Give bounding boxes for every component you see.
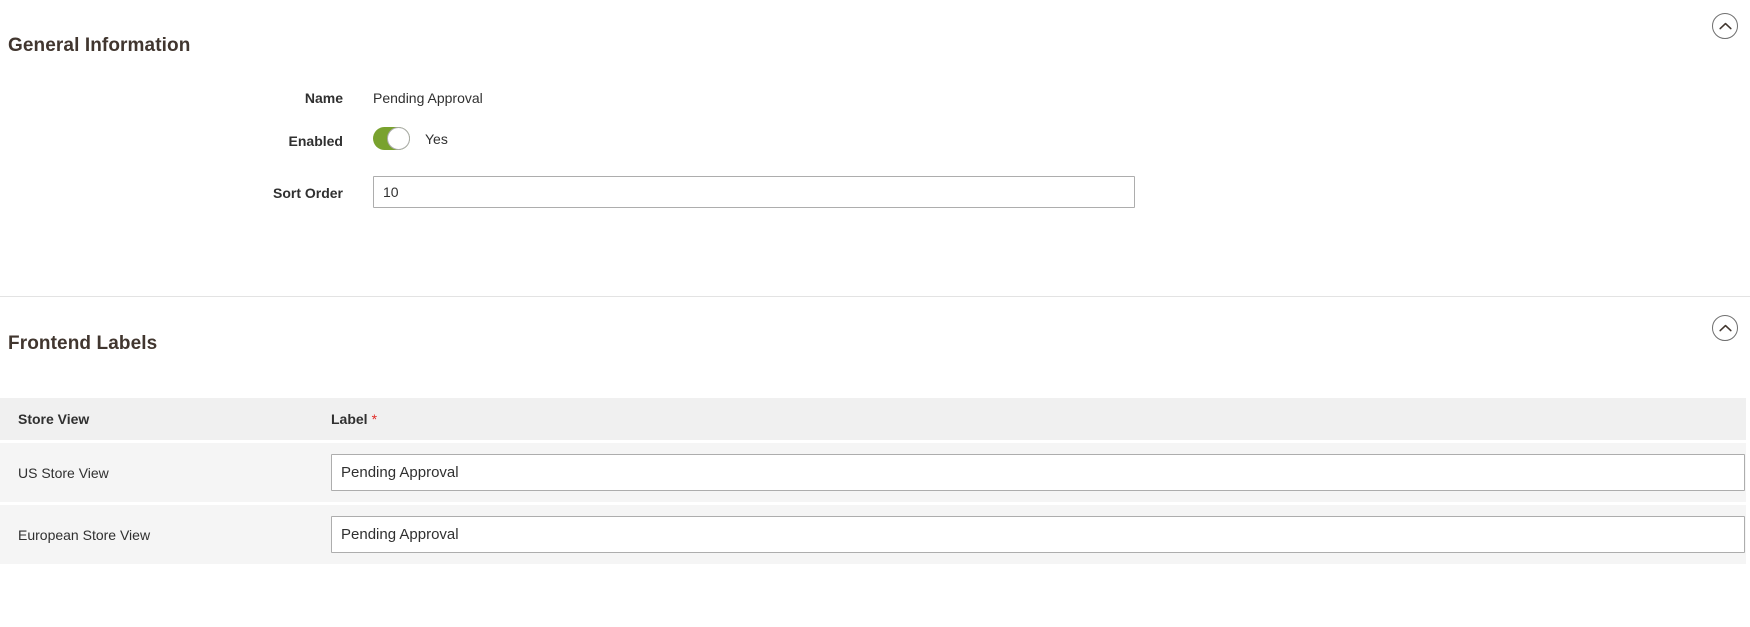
general-information-section: General Information Name Pending Approva…	[0, 0, 1750, 226]
column-header-label-text: Label	[331, 411, 368, 427]
enabled-toggle-state-text: Yes	[425, 130, 448, 147]
name-value: Pending Approval	[373, 90, 483, 106]
section-divider	[0, 296, 1750, 297]
chevron-up-circle-icon[interactable]	[1712, 13, 1738, 39]
field-row-enabled: Enabled Yes	[0, 127, 1750, 152]
enabled-toggle-wrap: Yes	[373, 127, 448, 150]
table-row: European Store View	[0, 502, 1746, 564]
cell-label-input	[331, 440, 1746, 504]
frontend-labels-section: Frontend Labels Store View Label * US Sto…	[0, 310, 1750, 564]
enabled-control: Yes	[373, 127, 1750, 150]
required-asterisk: *	[371, 411, 378, 427]
name-control: Pending Approval	[373, 85, 1750, 109]
chevron-up-circle-icon[interactable]	[1712, 315, 1738, 341]
frontend-labels-table-head: Store View Label *	[0, 398, 1746, 442]
general-information-fields: Name Pending Approval Enabled Yes Sort O…	[0, 45, 1750, 208]
table-row: US Store View	[0, 440, 1746, 504]
name-label: Name	[304, 90, 343, 106]
enabled-toggle[interactable]	[373, 127, 410, 150]
toggle-knob	[387, 127, 410, 150]
table-header-row: Store View Label *	[0, 398, 1746, 442]
general-information-header[interactable]: General Information	[0, 0, 1750, 56]
enabled-label: Enabled	[288, 133, 343, 149]
cell-store-view: European Store View	[0, 502, 331, 564]
cell-label-input	[331, 502, 1746, 564]
frontend-labels-header[interactable]: Frontend Labels	[0, 310, 1750, 354]
cell-store-view: US Store View	[0, 440, 331, 504]
label-input-european-store-view[interactable]	[331, 516, 1745, 553]
frontend-labels-table-body: US Store View European Store View	[0, 440, 1746, 564]
sort-order-input[interactable]	[373, 176, 1135, 208]
column-header-label: Label *	[331, 398, 1746, 442]
sort-order-label: Sort Order	[272, 185, 343, 201]
frontend-labels-title: Frontend Labels	[8, 332, 158, 354]
label-input-us-store-view[interactable]	[331, 454, 1745, 491]
field-row-sort-order: Sort Order	[0, 176, 1750, 208]
column-header-store-view: Store View	[0, 398, 331, 442]
general-information-title: General Information	[8, 34, 191, 56]
sort-order-control	[373, 176, 1750, 208]
field-row-name: Name Pending Approval	[0, 85, 1750, 109]
frontend-labels-table: Store View Label* US Store View European…	[0, 398, 1746, 564]
